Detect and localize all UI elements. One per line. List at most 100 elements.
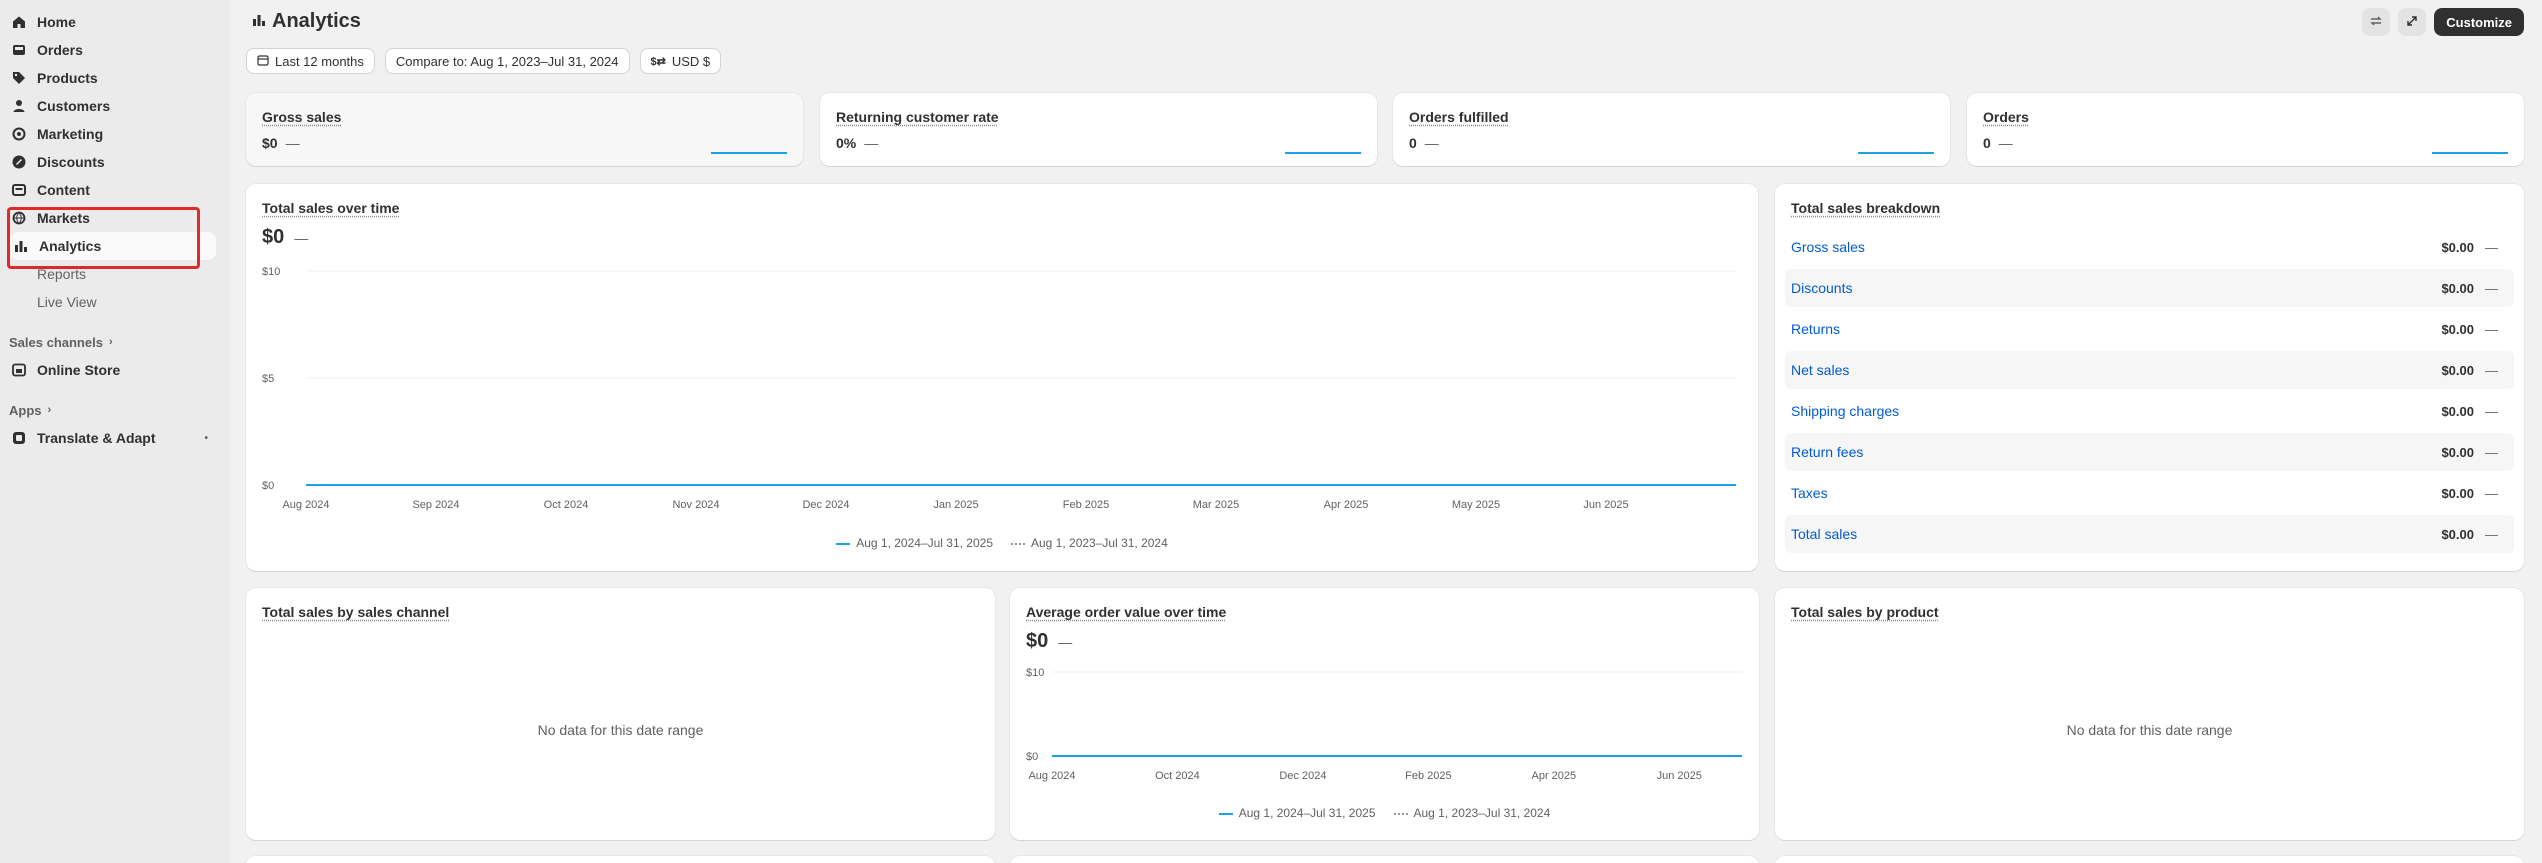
card-title[interactable]: Total sales by sales channel (262, 604, 449, 620)
x-tick-label: Mar 2025 (1193, 499, 1239, 511)
breakdown-link[interactable]: Gross sales (1791, 239, 1865, 255)
x-tick-label: Dec 2024 (802, 499, 849, 511)
filter-bar: Last 12 months Compare to: Aug 1, 2023–J… (246, 48, 721, 74)
breakdown-link[interactable]: Returns (1791, 321, 1840, 337)
breakdown-card: Total sales breakdown Gross sales $0.00— … (1775, 184, 2524, 571)
legend-previous-label: Aug 1, 2023–Jul 31, 2024 (1031, 536, 1168, 550)
breakdown-dash: — (2485, 322, 2498, 337)
compare-label: Compare to: Aug 1, 2023–Jul 31, 2024 (396, 54, 619, 69)
nav-home[interactable]: Home (0, 8, 230, 36)
nav-home-label: Home (37, 14, 76, 30)
metric-dash: — (1999, 135, 2013, 151)
x-tick-label: Oct 2024 (544, 499, 589, 511)
date-range-button[interactable]: Last 12 months (246, 48, 375, 74)
breakdown-dash: — (2485, 281, 2498, 296)
breakdown-row: Return fees $0.00— (1785, 433, 2514, 471)
x-tick-label: Dec 2024 (1279, 770, 1326, 782)
breakdown-dash: — (2485, 363, 2498, 378)
empty-state: No data for this date range (246, 722, 995, 738)
breakdown-link[interactable]: Taxes (1791, 485, 1828, 501)
breakdown-amount: $0.00 (2441, 322, 2474, 337)
currency-button[interactable]: $⇄ USD $ (640, 48, 722, 74)
chart-legend: Aug 1, 2024–Jul 31, 2025 Aug 1, 2023–Jul… (1010, 806, 1759, 820)
metric-value: 0% — (836, 135, 878, 151)
currency-label: USD $ (672, 54, 710, 69)
bar-chart-icon (252, 10, 266, 33)
breakdown-link[interactable]: Shipping charges (1791, 403, 1899, 419)
metric-card-orders-fulfilled[interactable]: Orders fulfilled 0— (1393, 93, 1950, 166)
nav-live-view[interactable]: Live View (0, 288, 230, 316)
empty-state: No data for this date range (1775, 722, 2524, 738)
sparkline (2432, 152, 2508, 154)
x-tick-label: Nov 2024 (672, 499, 719, 511)
nav-content[interactable]: Content (0, 176, 230, 204)
metric-dash: — (286, 135, 300, 151)
legend-current-label: Aug 1, 2024–Jul 31, 2025 (1239, 806, 1376, 820)
legend-previous-label: Aug 1, 2023–Jul 31, 2024 (1414, 806, 1551, 820)
breakdown-amount: $0.00 (2441, 363, 2474, 378)
customize-button[interactable]: Customize (2434, 8, 2524, 36)
legend-current-label: Aug 1, 2024–Jul 31, 2025 (856, 536, 993, 550)
nav-products[interactable]: Products (0, 64, 230, 92)
breakdown-link[interactable]: Net sales (1791, 362, 1849, 378)
sparkline (711, 152, 787, 154)
chevron-right-icon: › (48, 404, 52, 416)
card-title[interactable]: Total sales breakdown (1791, 200, 1940, 216)
metric-card-orders[interactable]: Orders 0— (1967, 93, 2524, 166)
card-title[interactable]: Total sales by product (1791, 604, 1939, 620)
nav-customers-label: Customers (37, 98, 110, 114)
metric-title[interactable]: Returning customer rate (836, 109, 999, 125)
nav-translate-adapt-label: Translate & Adapt (37, 430, 156, 446)
nav-reports[interactable]: Reports (0, 260, 230, 288)
nav-discounts-label: Discounts (37, 154, 105, 170)
nav-analytics[interactable]: Analytics (10, 232, 216, 260)
nav-marketing[interactable]: Marketing (0, 120, 230, 148)
sales-over-time-card: Total sales over time $0— $0 $5 $10 Aug 202… (246, 184, 1758, 571)
sales-channels-header[interactable]: Sales channels › (0, 328, 230, 356)
x-tick-label: Feb 2025 (1405, 770, 1451, 782)
nav-translate-adapt[interactable]: Translate & Adapt • (0, 424, 230, 452)
metric-value: 0— (1409, 135, 1439, 151)
breakdown-row: Taxes $0.00 — (1785, 474, 2514, 512)
x-tick-label: May 2025 (1452, 499, 1500, 511)
metric-title[interactable]: Orders (1983, 109, 2029, 125)
refresh-button[interactable] (2362, 8, 2390, 36)
x-tick-label: Jun 2025 (1583, 499, 1628, 511)
nav-customers[interactable]: Customers (0, 92, 230, 120)
nav-markets[interactable]: Markets (0, 204, 230, 232)
breakdown-link[interactable]: Discounts (1791, 280, 1852, 296)
breakdown-row: Discounts $0.00 — (1785, 269, 2514, 307)
app-icon (11, 430, 27, 446)
nav-marketing-label: Marketing (37, 126, 103, 142)
nav-online-store[interactable]: Online Store (0, 356, 230, 384)
breakdown-link[interactable]: Total sales (1791, 526, 1857, 542)
metric-title[interactable]: Orders fulfilled (1409, 109, 1509, 125)
breakdown-row: Shipping charges $0.00— (1785, 392, 2514, 430)
x-tick-label: Apr 2025 (1531, 770, 1576, 782)
metric-card-gross-sales[interactable]: Gross sales $0 — (246, 93, 803, 166)
breakdown-row: Returns $0.00 — (1785, 310, 2514, 348)
nav-orders[interactable]: Orders (0, 36, 230, 64)
calendar-icon (257, 54, 269, 69)
chart-legend: Aug 1, 2024–Jul 31, 2025 Aug 1, 2023–Jul… (246, 536, 1758, 550)
main-content: Analytics Customize Last 12 months Compa… (230, 0, 2542, 863)
nav-discounts[interactable]: Discounts (0, 148, 230, 176)
pin-dot-icon[interactable]: • (204, 433, 208, 444)
breakdown-dash: — (2485, 445, 2498, 460)
apps-label: Apps (9, 403, 42, 418)
breakdown-link[interactable]: Return fees (1791, 444, 1863, 460)
date-range-label: Last 12 months (275, 54, 364, 69)
metric-title[interactable]: Gross sales (262, 109, 341, 125)
metric-card-returning-rate[interactable]: Returning customer rate 0% — (820, 93, 1377, 166)
legend-swatch-solid (1219, 813, 1233, 815)
breakdown-dash: — (2485, 486, 2498, 501)
apps-header[interactable]: Apps › (0, 396, 230, 424)
aov-chart: $0$10Aug 2024 Oct 2024 Dec 2024 Feb 2025 Apr… (1010, 588, 1759, 840)
fullscreen-button[interactable] (2398, 8, 2426, 36)
y-tick-label: $0 (262, 480, 274, 492)
page-title: Analytics (252, 10, 361, 33)
breakdown-amount: $0.00 (2441, 281, 2474, 296)
nav-products-label: Products (37, 70, 98, 86)
breakdown-amount: $0.00 (2441, 486, 2474, 501)
compare-button[interactable]: Compare to: Aug 1, 2023–Jul 31, 2024 (385, 48, 630, 74)
